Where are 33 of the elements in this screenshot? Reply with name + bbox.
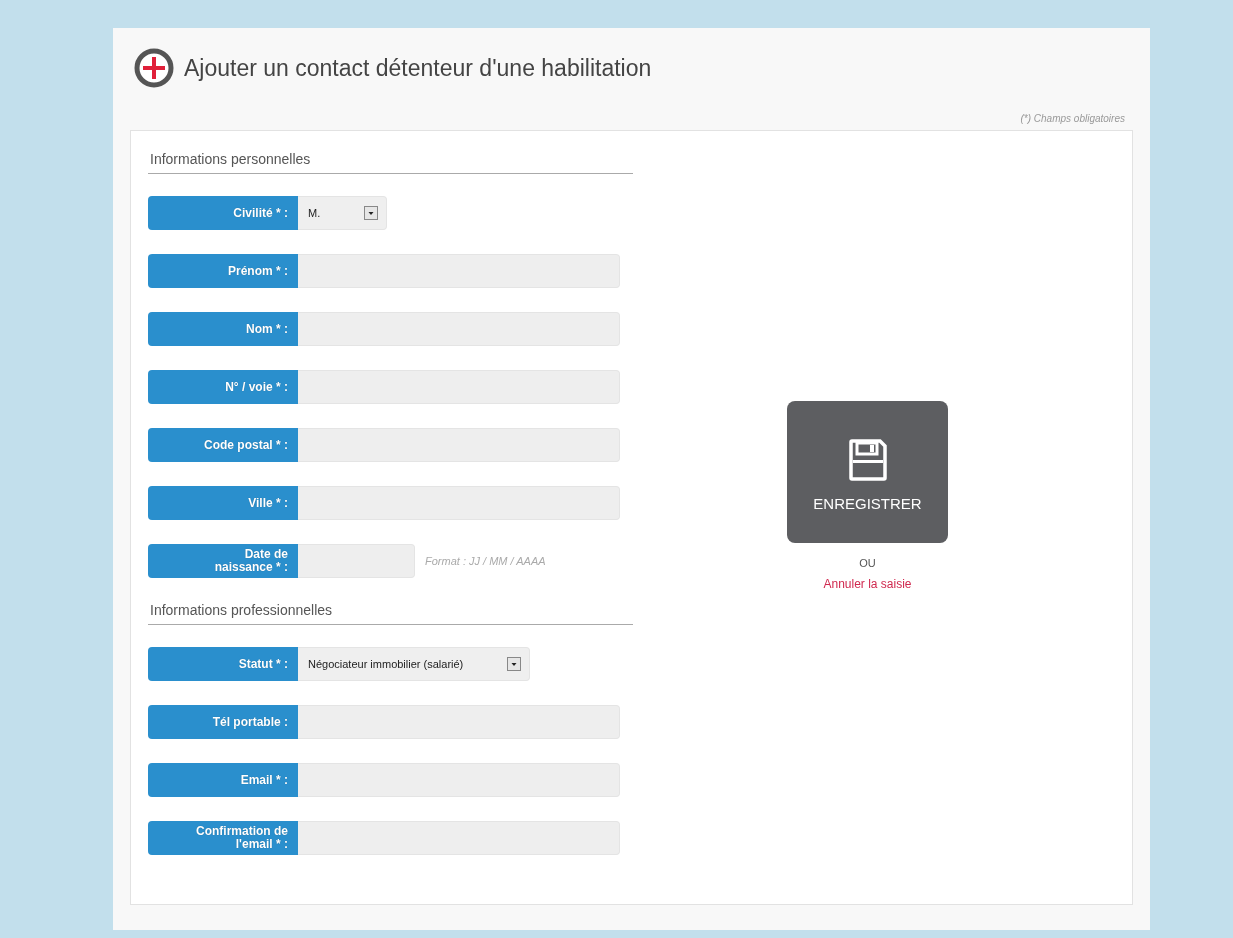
cancel-link[interactable]: Annuler la saisie: [823, 577, 912, 591]
add-icon: [134, 48, 174, 88]
format-hint: Format : JJ / MM / AAAA: [425, 555, 546, 567]
input-field[interactable]: [298, 428, 620, 462]
caret-icon: [507, 657, 522, 671]
section-heading: Informations professionnelles: [148, 602, 633, 625]
field-label: N° / voie * :: [148, 370, 298, 404]
field-label: Code postal * :: [148, 428, 298, 462]
caret-icon: [364, 206, 379, 220]
input-field[interactable]: [298, 544, 415, 578]
input-field[interactable]: [298, 370, 620, 404]
input-field[interactable]: [298, 705, 620, 739]
field-label: Tél portable :: [148, 705, 298, 739]
field-label: Prénom * :: [148, 254, 298, 288]
section-heading: Informations personnelles: [148, 151, 633, 174]
separator-text: OU: [859, 557, 876, 569]
required-note: (*) Champs obligatoires: [1020, 113, 1125, 124]
field-label: Civilité * :: [148, 196, 298, 230]
field-label: Ville * :: [148, 486, 298, 520]
field-label: Date de naissance * :: [148, 544, 298, 578]
save-button[interactable]: ENREGISTRER: [787, 401, 948, 543]
field-label: Confirmation de l'email * :: [148, 821, 298, 855]
input-field[interactable]: [298, 486, 620, 520]
dropdown-field[interactable]: Négociateur immobilier (salarié): [298, 647, 531, 681]
field-label: Nom * :: [148, 312, 298, 346]
page-title: Ajouter un contact détenteur d'une habilitation: [184, 54, 652, 82]
input-field[interactable]: [298, 312, 620, 346]
input-field[interactable]: [298, 254, 620, 288]
dropdown-field[interactable]: M.: [298, 196, 388, 230]
field-label: Statut * :: [148, 647, 298, 681]
input-field[interactable]: [298, 763, 620, 797]
input-field[interactable]: [298, 821, 620, 855]
field-label: Email * :: [148, 763, 298, 797]
